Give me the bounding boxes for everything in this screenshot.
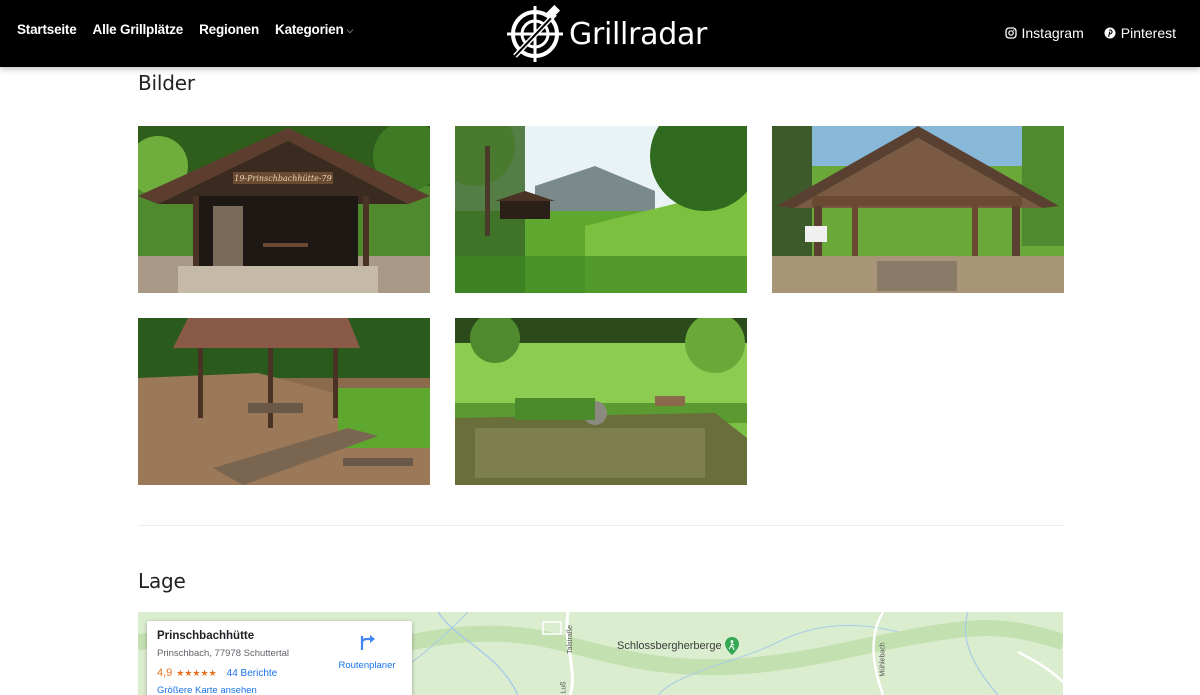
shelter-photo [772, 126, 1064, 293]
road-label-1: Talstraße [566, 625, 574, 654]
poi-label: Schlossbergherberge [617, 640, 722, 652]
section-divider [138, 525, 1063, 526]
chevron-down-icon: ⌵ [346, 25, 354, 35]
map-place-card: Prinschbachhütte Prinschbach, 77978 Schu… [147, 621, 412, 695]
route-planner-button[interactable]: Routenplaner [336, 633, 398, 671]
section-title-bilder: Bilder [138, 71, 195, 95]
pinterest-icon [1104, 27, 1116, 39]
section-title-lage: Lage [138, 569, 186, 593]
nav-item-startseite[interactable]: Startseite [17, 22, 77, 37]
instagram-icon [1004, 27, 1017, 39]
map-poi[interactable]: Schlossbergherberge [617, 637, 739, 655]
hiking-poi-icon [724, 637, 739, 655]
gallery-image-4[interactable] [138, 318, 430, 485]
pond-photo [455, 318, 747, 485]
top-navigation-bar: Startseite Alle Grillplätze Regionen Kat… [0, 0, 1200, 67]
hut-sign-text: 19-Prinschbachhütte-79 [234, 174, 331, 183]
pinterest-label: Pinterest [1120, 25, 1176, 41]
gallery-image-1[interactable]: 19-Prinschbachhütte-79 [138, 126, 430, 293]
route-planner-label: Routenplaner [338, 660, 396, 671]
nav-item-kategorien[interactable]: Kategorien ⌵ [275, 22, 353, 37]
gallery-image-2[interactable] [455, 126, 747, 293]
instagram-label: Instagram [1021, 25, 1084, 41]
road-label-3: Luß [560, 681, 568, 694]
gallery-image-3[interactable] [772, 126, 1064, 293]
crosshair-logo-icon [507, 4, 563, 62]
bigger-map-link[interactable]: Größere Karte ansehen [157, 685, 402, 695]
rating-value: 4,9 [157, 667, 173, 679]
reviews-link[interactable]: 44 Berichte [227, 668, 278, 679]
meadow-photo [455, 126, 747, 293]
social-links: Instagram Pinterest [1004, 25, 1176, 41]
main-nav: Startseite Alle Grillplätze Regionen Kat… [17, 22, 353, 37]
instagram-link[interactable]: Instagram [1004, 25, 1084, 41]
nav-item-kategorien-label: Kategorien [275, 22, 344, 37]
gallery-image-5[interactable] [455, 318, 747, 485]
road-label-2: Mühlebach [879, 642, 887, 677]
nav-item-alle-grillplaetze[interactable]: Alle Grillplätze [93, 22, 184, 37]
hut-photo: 19-Prinschbachhütte-79 [138, 126, 430, 293]
site-logo[interactable]: Grillradar [505, 4, 707, 64]
pinterest-link[interactable]: Pinterest [1104, 25, 1176, 41]
rating-stars: ★★★★★ [176, 667, 217, 678]
nav-item-regionen[interactable]: Regionen [199, 22, 259, 37]
bench-photo [138, 318, 430, 485]
logo-text: Grillradar [569, 16, 708, 52]
location-map[interactable]: Schlossbergherberge Talstraße Mühlebach … [138, 612, 1063, 695]
directions-icon [360, 635, 375, 650]
